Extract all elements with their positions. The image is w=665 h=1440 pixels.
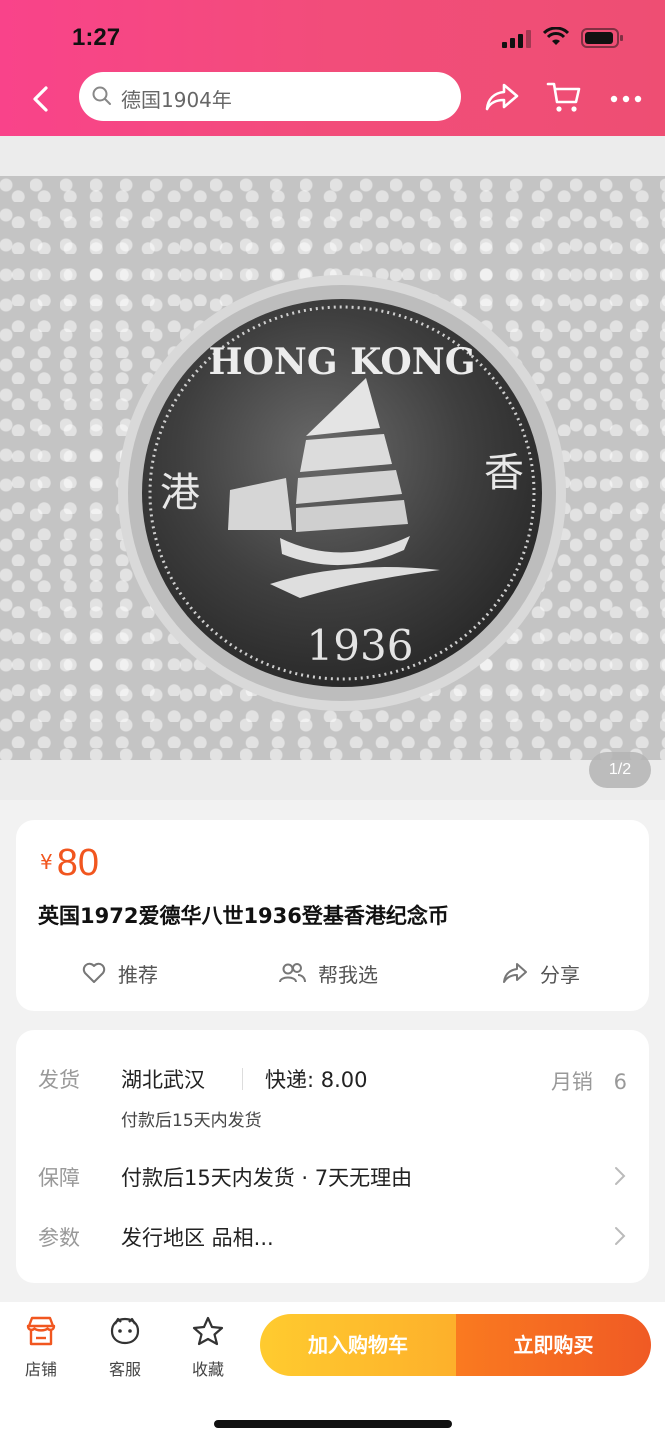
price-value: 80: [56, 842, 100, 884]
cart-icon[interactable]: [546, 80, 582, 114]
image-pager: 1/2: [589, 752, 651, 788]
store-icon: [26, 1316, 56, 1346]
star-icon: [192, 1316, 224, 1346]
product-gallery[interactable]: HONG KONG 港 香 1936 1/2: [0, 136, 665, 800]
shipping-label: 发货: [38, 1068, 80, 1092]
more-icon[interactable]: [610, 94, 642, 104]
product-image[interactable]: HONG KONG 港 香 1936: [0, 176, 665, 760]
add-to-cart-button[interactable]: 加入购物车: [260, 1314, 456, 1376]
search-bar[interactable]: 德国1904年: [79, 72, 461, 121]
tab-favorite-label: 收藏: [191, 1360, 224, 1379]
chevron-right-icon: [615, 1227, 626, 1245]
search-text: 德国1904年: [121, 88, 232, 112]
tab-store-label: 店铺: [24, 1360, 57, 1379]
monthly-sales-label: 月销: [550, 1070, 593, 1094]
divider: [242, 1068, 243, 1090]
tab-service[interactable]: 客服: [95, 1316, 155, 1380]
tab-favorite[interactable]: 收藏: [178, 1316, 238, 1380]
help-choose-button[interactable]: 帮我选: [278, 956, 378, 990]
coin-year: 1936: [307, 621, 414, 670]
top-header: 1:27 德国1904年: [0, 0, 665, 136]
shipping-fee: 快递: 8.00: [265, 1068, 368, 1092]
shipping-note: 付款后15天内发货: [121, 1111, 262, 1131]
price: ¥80: [40, 842, 99, 885]
service-icon: [110, 1317, 140, 1345]
bottom-bar: 店铺 客服 收藏 加入购物车 立即购买: [0, 1302, 665, 1440]
coin-image: HONG KONG 港 香 1936: [118, 275, 566, 711]
status-bar: 1:27: [0, 22, 665, 58]
price-card: ¥80 英国1972爱德华八世1936登基香港纪念币 推荐 帮我选 分享: [16, 820, 649, 1011]
coin-top-text: HONG KONG: [209, 341, 476, 383]
params-label: 参数: [38, 1226, 80, 1250]
recommend-button[interactable]: 推荐: [82, 956, 158, 990]
tab-store[interactable]: 店铺: [11, 1316, 71, 1380]
back-icon[interactable]: [24, 82, 58, 116]
details-card: 发货 湖北武汉 快递: 8.00 月销 6 付款后15天内发货 保障 付款后15…: [16, 1030, 649, 1283]
recommend-label: 推荐: [118, 962, 158, 987]
people-icon: [279, 963, 306, 983]
heart-icon: [82, 962, 106, 983]
wifi-icon: [543, 27, 569, 45]
guarantee-value: 付款后15天内发货 · 7天无理由: [121, 1166, 413, 1190]
guarantee-label: 保障: [38, 1166, 80, 1190]
share-button[interactable]: 分享: [502, 956, 580, 990]
shipping-location: 湖北武汉: [121, 1068, 205, 1092]
action-row: 推荐 帮我选 分享: [16, 956, 649, 990]
coin-right-char: 香: [484, 450, 524, 496]
monthly-sales-value: 6: [613, 1070, 627, 1094]
monthly-sales: 月销 6: [551, 1066, 627, 1096]
coin-left-char: 港: [160, 470, 200, 516]
share-icon: [503, 963, 527, 983]
tab-service-label: 客服: [108, 1360, 141, 1379]
signal-icon: [502, 30, 531, 48]
help-choose-label: 帮我选: [318, 962, 378, 987]
params-value: 发行地区 品相...: [121, 1226, 274, 1250]
chevron-right-icon: [615, 1167, 626, 1185]
status-time: 1:27: [72, 24, 121, 51]
share-label: 分享: [540, 962, 580, 987]
home-indicator[interactable]: [214, 1420, 452, 1428]
currency-symbol: ¥: [40, 850, 53, 874]
share-icon[interactable]: [484, 82, 520, 112]
search-icon: [92, 86, 111, 105]
battery-icon: [581, 28, 623, 48]
buy-now-button[interactable]: 立即购买: [456, 1314, 651, 1376]
product-title: 英国1972爱德华八世1936登基香港纪念币: [38, 904, 449, 928]
